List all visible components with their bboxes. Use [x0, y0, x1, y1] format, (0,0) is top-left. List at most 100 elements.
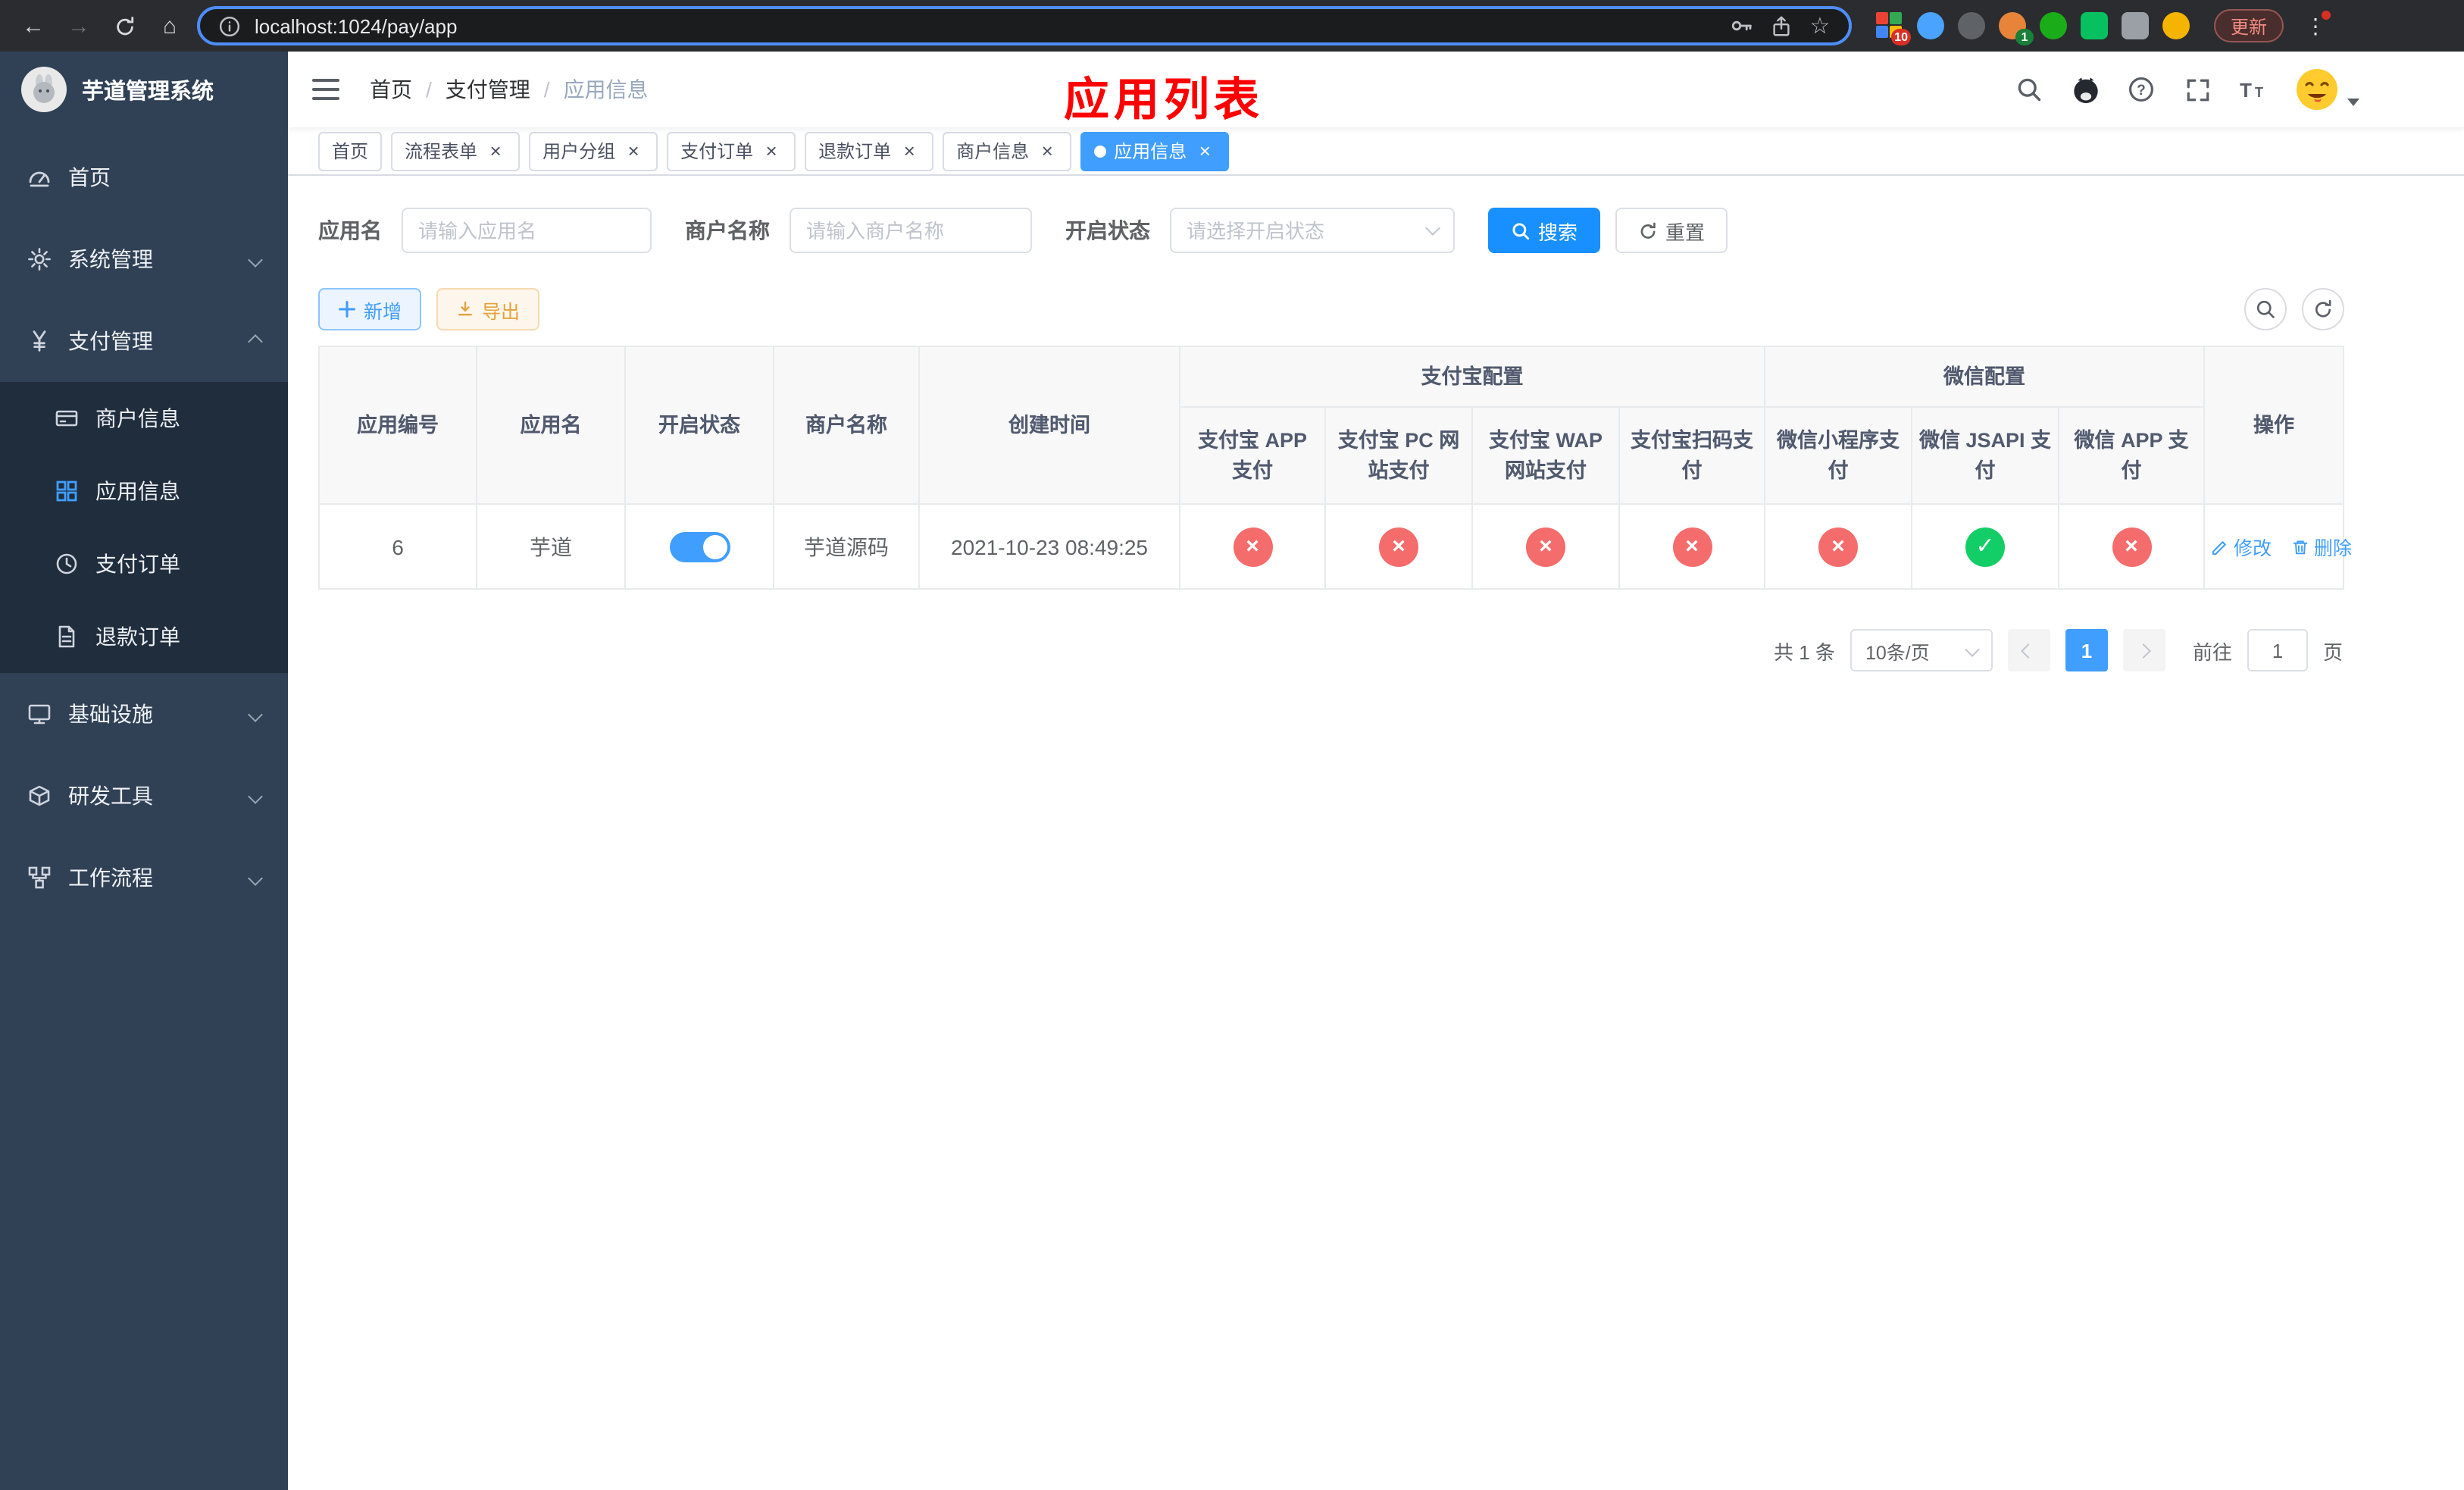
- tab-close-icon[interactable]: [1194, 140, 1215, 161]
- chat-extension-icon[interactable]: [2081, 12, 2108, 39]
- github-icon[interactable]: [2070, 74, 2100, 105]
- col-wechat-jsapi: 微信 JSAPI 支付: [1911, 406, 2059, 505]
- sidebar-item-app-info[interactable]: 应用信息: [0, 455, 288, 527]
- refresh-table-button[interactable]: [2302, 288, 2344, 330]
- password-key-icon[interactable]: [1728, 12, 1755, 39]
- trash-icon: [2293, 540, 2308, 554]
- sidebar-collapse-icon[interactable]: [312, 73, 346, 106]
- delete-link[interactable]: 删除: [2291, 532, 2352, 561]
- dark-extension-icon[interactable]: [1958, 12, 1985, 39]
- next-page-button[interactable]: [2122, 629, 2165, 671]
- edit-link[interactable]: 修改: [2211, 532, 2272, 561]
- reset-button[interactable]: 重置: [1615, 208, 1728, 253]
- tab-close-icon[interactable]: [1037, 140, 1058, 161]
- sidebar: 芋道管理系统 首页 系统管理 支付管理 商户信息 应用信息 支付订单 退款订单 …: [0, 52, 288, 1490]
- home-button[interactable]: ⌂: [152, 8, 188, 44]
- profile-extension-icon[interactable]: 1: [1999, 12, 2034, 45]
- chevron-down-icon: [248, 706, 263, 722]
- tab-close-icon[interactable]: [899, 140, 920, 161]
- browser-menu-icon[interactable]: ⋮: [2302, 10, 2331, 39]
- emoji-extension-icon[interactable]: [2162, 12, 2190, 39]
- row-status-toggle[interactable]: [669, 531, 730, 562]
- tab-merchant-info[interactable]: 商户信息: [943, 131, 1072, 171]
- edit-pencil-icon: [2212, 540, 2226, 555]
- plus-icon: [339, 301, 355, 318]
- tab-payment-orders[interactable]: 支付订单: [667, 131, 796, 171]
- breadcrumb-home[interactable]: 首页: [370, 74, 412, 105]
- avatar-emoji: [2297, 69, 2337, 110]
- sidebar-item-dev-tools[interactable]: 研发工具: [0, 755, 288, 837]
- bookmark-star-icon[interactable]: ☆: [1806, 12, 1834, 39]
- goto-suffix: 页: [2322, 640, 2343, 663]
- col-alipay-app: 支付宝 APP 支付: [1179, 406, 1326, 505]
- sidebar-item-merchant-info[interactable]: 商户信息: [0, 382, 288, 455]
- prev-page-button[interactable]: [2007, 629, 2050, 671]
- toggle-search-button[interactable]: [2244, 288, 2287, 330]
- search-button[interactable]: 搜索: [1488, 208, 1601, 253]
- total-count: 共 1 条: [1774, 640, 1835, 663]
- share-icon[interactable]: [1767, 12, 1794, 39]
- page-size-select[interactable]: 10条/页: [1850, 629, 1993, 671]
- url-bar[interactable]: localhost:1024/pay/app ☆: [197, 6, 1852, 45]
- sidebar-item-payment[interactable]: 支付管理: [0, 300, 288, 382]
- site-info-icon[interactable]: [215, 12, 242, 39]
- merchant-name-label: 商户名称: [685, 218, 770, 243]
- font-size-icon[interactable]: TT: [2238, 74, 2269, 105]
- cell-app-name: 芋道: [476, 503, 626, 590]
- status-select[interactable]: [1170, 208, 1455, 253]
- tab-close-icon[interactable]: [485, 140, 506, 161]
- app-title: 芋道管理系统: [82, 80, 214, 104]
- sidebar-item-payment-orders[interactable]: 支付订单: [0, 527, 288, 600]
- col-wechat-mini: 微信小程序支付: [1764, 406, 1912, 505]
- col-status: 开启状态: [624, 346, 774, 505]
- profile-badge: 1: [2015, 29, 2034, 45]
- url-text[interactable]: localhost:1024/pay/app: [255, 14, 1715, 37]
- box-icon: [29, 785, 50, 806]
- reload-button[interactable]: [106, 8, 142, 44]
- user-avatar[interactable]: [2294, 67, 2359, 112]
- gear-icon: [28, 248, 51, 271]
- browser-update-button[interactable]: 更新: [2214, 9, 2284, 42]
- help-icon[interactable]: ?: [2126, 74, 2156, 105]
- breadcrumb-payment[interactable]: 支付管理: [446, 74, 530, 105]
- sidebar-item-home[interactable]: 首页: [0, 136, 288, 218]
- fullscreen-icon[interactable]: [2182, 74, 2212, 105]
- tab-app-info[interactable]: 应用信息: [1080, 131, 1230, 171]
- tab-close-icon[interactable]: [623, 140, 644, 161]
- breadcrumb: 首页 / 支付管理 / 应用信息: [370, 74, 649, 105]
- add-button[interactable]: 新增: [318, 288, 422, 330]
- page-content: 应用名 商户名称 开启状态 搜索 重置: [288, 176, 2464, 1490]
- extensions-grid-icon[interactable]: 10: [1876, 12, 1911, 45]
- extension-strip: 10 1: [1876, 12, 2190, 45]
- goto-page-input[interactable]: [2247, 629, 2308, 671]
- sidebar-item-infrastructure[interactable]: 基础设施: [0, 673, 288, 755]
- table-toolbar: 新增 导出: [318, 288, 2344, 330]
- tab-process-form[interactable]: 流程表单: [391, 131, 521, 171]
- app-name-input[interactable]: [402, 208, 652, 253]
- tab-close-icon[interactable]: [761, 140, 782, 161]
- search-icon: [1512, 222, 1530, 239]
- page-number-1[interactable]: 1: [2065, 629, 2108, 671]
- puzzle-icon[interactable]: [2122, 12, 2149, 39]
- yen-icon: [33, 330, 46, 352]
- tab-refund-orders[interactable]: 退款订单: [805, 131, 934, 171]
- green-circle-extension-icon[interactable]: [2040, 12, 2067, 39]
- search-icon: [2256, 300, 2275, 318]
- back-button[interactable]: ←: [15, 8, 52, 44]
- merchant-name-input[interactable]: [790, 208, 1032, 253]
- sidebar-item-system[interactable]: 系统管理: [0, 218, 288, 300]
- alipay-app-status-icon: ×: [1233, 527, 1272, 566]
- blue-extension-icon[interactable]: [1917, 12, 1944, 39]
- export-button[interactable]: 导出: [436, 288, 540, 330]
- tab-user-group[interactable]: 用户分组: [529, 131, 658, 171]
- chevron-down-icon: [1965, 642, 1980, 657]
- col-actions: 操作: [2203, 346, 2344, 505]
- tab-home[interactable]: 首页: [318, 131, 383, 171]
- search-icon[interactable]: [2014, 74, 2044, 105]
- sidebar-item-workflow[interactable]: 工作流程: [0, 837, 288, 919]
- col-wechat-app: 微信 APP 支付: [2058, 406, 2205, 505]
- forward-button[interactable]: →: [61, 8, 97, 44]
- logo-avatar: [21, 67, 67, 112]
- sidebar-item-refund-orders[interactable]: 退款订单: [0, 600, 288, 673]
- browser-toolbar: ← → ⌂ localhost:1024/pay/app ☆ 10 1 更新 ⋮: [0, 0, 2464, 52]
